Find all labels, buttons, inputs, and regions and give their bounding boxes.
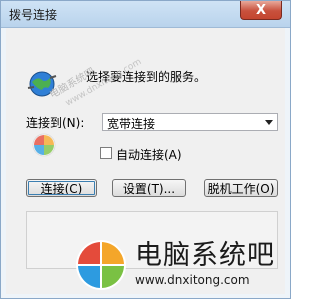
watermark-brand: 电脑系统吧 bbox=[135, 240, 275, 271]
connection-select[interactable]: 宽带连接 bbox=[102, 113, 278, 131]
chevron-down-icon bbox=[265, 120, 273, 125]
close-button[interactable]: X bbox=[240, 1, 282, 20]
watermark-logo bbox=[76, 240, 126, 290]
connect-button[interactable]: 连接(C) bbox=[26, 179, 97, 197]
window-title: 拨号连接 bbox=[9, 8, 58, 22]
title-bar[interactable]: 拨号连接 X bbox=[1, 1, 290, 28]
auto-connect-checkbox[interactable] bbox=[100, 147, 112, 159]
dial-up-dialog: 拨号连接 X 选择要连接到的服务。 电脑系统吧 www.dnxitong.com… bbox=[0, 0, 291, 299]
work-offline-button[interactable]: 脱机工作(O) bbox=[204, 179, 278, 197]
connect-to-label: 连接到(N): bbox=[26, 116, 85, 130]
watermark-small-logo bbox=[32, 133, 56, 157]
watermark-url: www.dnxitong.com bbox=[135, 273, 250, 287]
connection-select-value: 宽带连接 bbox=[107, 117, 156, 131]
auto-connect-label[interactable]: 自动连接(A) bbox=[116, 146, 182, 163]
settings-button[interactable]: 设置(T)... bbox=[112, 179, 186, 197]
close-icon: X bbox=[255, 2, 267, 18]
